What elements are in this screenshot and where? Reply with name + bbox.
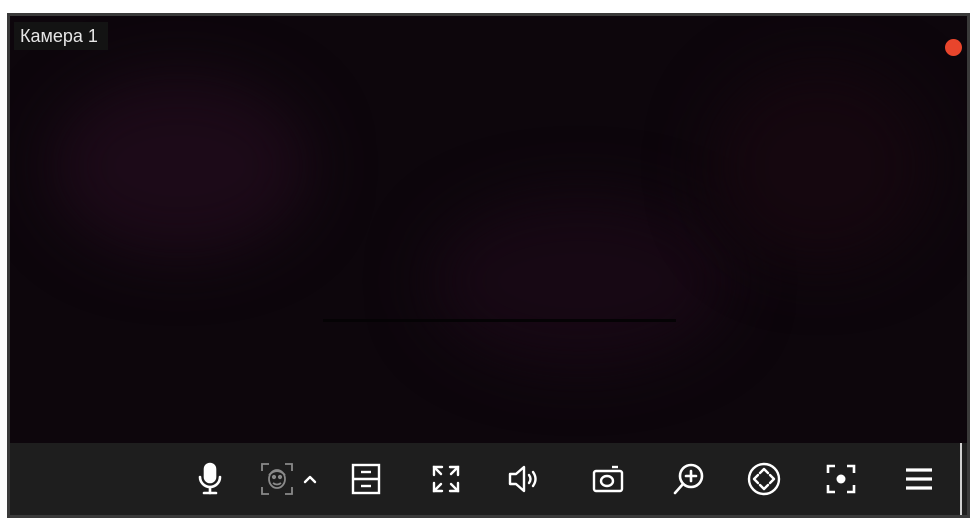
face-frame-icon (261, 463, 293, 495)
archive-drawer-icon (351, 463, 381, 495)
camera-tile: Камера 1 (7, 13, 970, 518)
video-noise (430, 196, 730, 366)
speaker-icon (508, 465, 537, 493)
expand-arrows-icon (432, 465, 460, 493)
menu-icon (906, 468, 932, 490)
recording-indicator (945, 39, 962, 56)
digital-zoom-button[interactable] (667, 457, 711, 501)
menu-button[interactable] (897, 457, 941, 501)
ptz-control-button[interactable] (742, 457, 786, 501)
fullscreen-button[interactable] (424, 457, 468, 501)
video-noise (50, 76, 310, 256)
focus-frame-icon (826, 464, 856, 494)
microphone-button[interactable] (188, 457, 232, 501)
video-viewport[interactable]: Камера 1 (10, 16, 967, 443)
camera-icon (592, 465, 624, 493)
camera-toolbar (10, 443, 967, 515)
chevron-up-icon (303, 475, 317, 484)
camera-name-label: Камера 1 (14, 22, 108, 50)
sound-button[interactable] (503, 457, 547, 501)
focus-button[interactable] (819, 457, 863, 501)
toolbar-divider (960, 443, 962, 515)
zoom-in-icon (673, 463, 704, 495)
video-artifact-line (323, 319, 676, 322)
ptz-arrows-icon (747, 462, 781, 496)
archive-button[interactable] (344, 457, 388, 501)
microphone-icon (198, 462, 222, 495)
snapshot-button[interactable] (586, 457, 630, 501)
video-noise (710, 66, 930, 266)
face-detection-button[interactable] (254, 457, 300, 501)
face-detection-expand-button[interactable] (299, 457, 321, 501)
